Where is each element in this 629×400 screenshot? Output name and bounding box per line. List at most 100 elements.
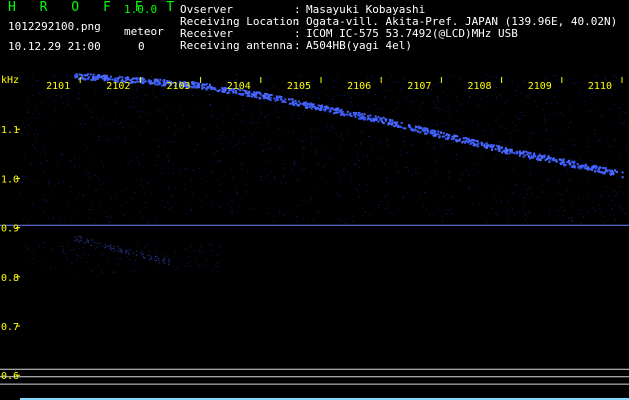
noise-dot [204, 215, 206, 217]
signal-dot [205, 88, 208, 91]
signal-dot [77, 238, 79, 240]
y-axis-unit-label: kHz [1, 75, 19, 86]
noise-dot [395, 183, 397, 185]
noise-dot [443, 194, 445, 196]
noise-dot [103, 165, 104, 167]
noise-dot [477, 163, 479, 165]
signal-dot [433, 129, 436, 132]
noise-dot [402, 107, 404, 109]
noise-dot [146, 112, 147, 114]
signal-dot [284, 98, 287, 101]
noise-dot [441, 216, 443, 218]
noise-dot [167, 187, 169, 189]
noise-dot [591, 207, 593, 209]
noise-dot [428, 142, 430, 144]
signal-dot [610, 173, 613, 176]
signal-dot [548, 161, 551, 163]
signal-dot [74, 240, 76, 241]
noise-dot [147, 182, 149, 184]
noise-dot [198, 251, 200, 253]
signal-dot [363, 113, 366, 116]
noise-dot [278, 128, 280, 130]
noise-dot [284, 163, 285, 165]
noise-dot [578, 108, 580, 110]
noise-dot [236, 79, 238, 80]
noise-dot [247, 146, 249, 148]
noise-dot [403, 78, 405, 80]
noise-dot [473, 147, 475, 149]
noise-dot [48, 183, 50, 185]
noise-dot [589, 159, 591, 161]
noise-dot [100, 119, 101, 121]
signal-dot [375, 117, 378, 120]
noise-dot [229, 108, 231, 110]
signal-dot [96, 246, 98, 248]
noise-dot [183, 188, 185, 190]
noise-dot [135, 179, 137, 181]
noise-dot [396, 205, 398, 207]
signal-dot [151, 255, 153, 257]
noise-dot [303, 113, 305, 115]
signal-dot [526, 153, 529, 156]
x-tick-label: 2107 [407, 81, 431, 92]
noise-dot [304, 109, 306, 111]
signal-dot [585, 163, 587, 166]
signal-dot [157, 81, 160, 84]
signal-dot [594, 170, 597, 173]
noise-dot [301, 212, 303, 214]
noise-dot [416, 113, 417, 115]
noise-dot [215, 266, 217, 268]
noise-dot [588, 212, 589, 213]
noise-dot [496, 159, 498, 161]
noise-dot [142, 110, 144, 111]
noise-dot [74, 166, 76, 168]
noise-dot [615, 204, 617, 206]
noise-dot [25, 177, 27, 179]
noise-dot [168, 159, 170, 161]
noise-dot [320, 177, 322, 179]
noise-dot [564, 215, 566, 217]
noise-dot [492, 76, 494, 77]
noise-dot [515, 129, 517, 131]
signal-dot [153, 81, 156, 84]
noise-dot [311, 136, 313, 138]
signal-dot [86, 240, 88, 242]
noise-dot [284, 159, 285, 161]
signal-dot [486, 144, 489, 147]
signal-dot [346, 113, 349, 116]
signal-dot [325, 107, 328, 110]
noise-dot [355, 164, 356, 165]
noise-dot [516, 131, 518, 133]
noise-dot [118, 259, 120, 260]
noise-dot [492, 129, 494, 131]
noise-dot [542, 183, 544, 185]
signal-dot [207, 86, 210, 89]
noise-dot [524, 202, 526, 204]
noise-dot [204, 99, 206, 101]
noise-dot [203, 128, 205, 130]
noise-dot [589, 78, 591, 80]
noise-dot [436, 93, 438, 95]
noise-dot [579, 214, 581, 215]
noise-dot [545, 130, 547, 132]
noise-dot [462, 135, 464, 137]
noise-dot [222, 148, 224, 150]
noise-dot [322, 213, 324, 214]
noise-dot [37, 80, 39, 82]
noise-dot [409, 74, 411, 76]
noise-dot [270, 171, 272, 173]
noise-dot [525, 219, 527, 221]
noise-dot [345, 222, 347, 224]
noise-dot [91, 270, 93, 272]
noise-dot [46, 160, 48, 162]
noise-dot [201, 200, 202, 202]
signal-dot [164, 263, 166, 265]
noise-dot [603, 216, 605, 218]
x-tick-label: 2103 [167, 81, 191, 92]
signal-dot [472, 141, 474, 144]
noise-dot [451, 196, 453, 198]
noise-dot [437, 96, 439, 98]
noise-dot [297, 160, 298, 162]
noise-dot [349, 199, 351, 201]
noise-dot [67, 245, 69, 247]
